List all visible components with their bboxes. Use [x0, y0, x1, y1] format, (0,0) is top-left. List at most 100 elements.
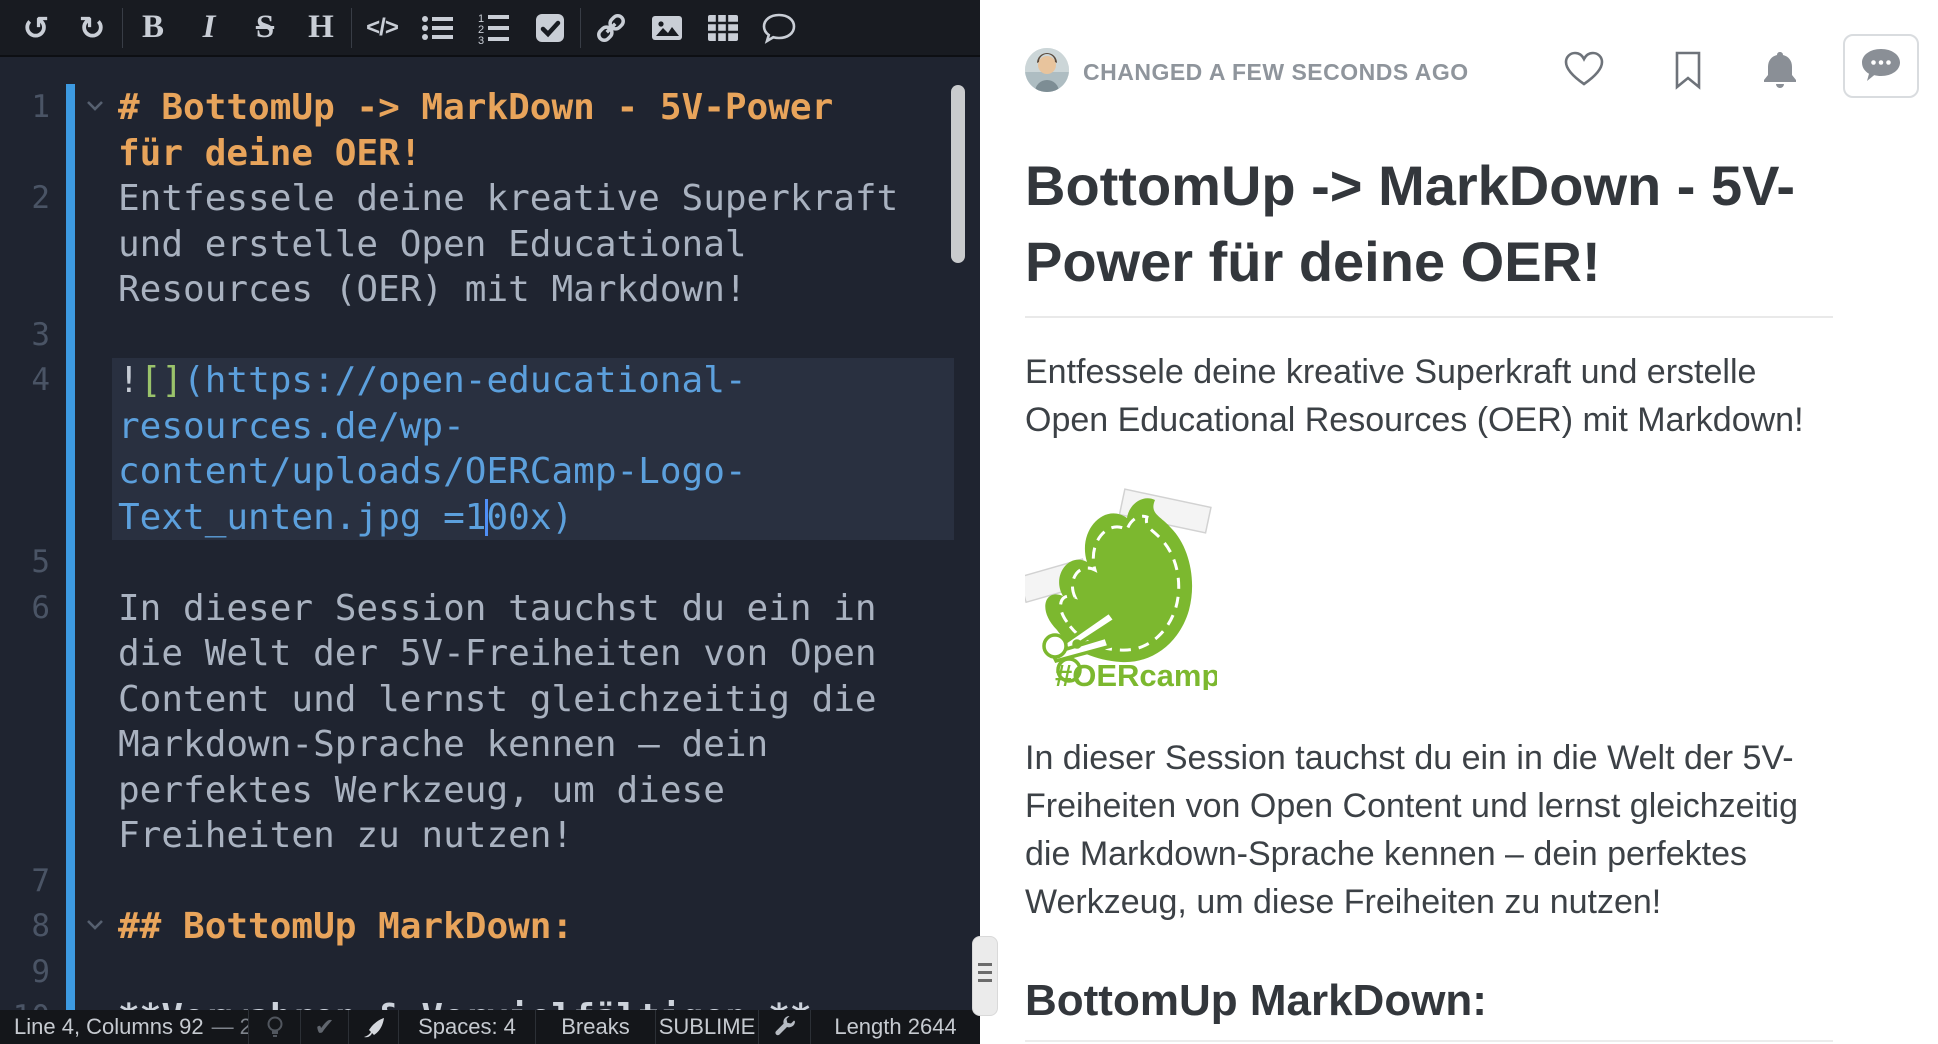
code-text: ## BottomUp MarkDown:	[118, 904, 573, 950]
breaks-setting[interactable]: Breaks	[536, 1010, 656, 1044]
line-number: 1	[0, 85, 50, 131]
editor-scrollbar[interactable]	[951, 85, 965, 263]
lightbulb-button[interactable]	[249, 1010, 301, 1044]
editor-line-row: 7	[0, 859, 980, 905]
editor-line-row: 10 **Verwahren & Vervielfältigen:**	[0, 995, 980, 1010]
preview-pane: CHANGED A FEW SECONDS AGO	[980, 0, 1938, 1044]
like-button[interactable]	[1563, 50, 1605, 88]
bookmark-icon	[1673, 50, 1703, 90]
editor-line-row: 4![](https://open-educational-	[0, 358, 980, 404]
code-button[interactable]: </>	[354, 5, 410, 51]
unordered-list-button[interactable]	[410, 5, 466, 51]
editor-pane: ↺ ↻ B I S H </> 1 2 3	[0, 0, 980, 1044]
wrench-icon	[773, 1015, 797, 1039]
lightbulb-icon	[264, 1015, 286, 1039]
rendered-markdown: BottomUp -> MarkDown - 5V-Power für dein…	[1025, 118, 1833, 1042]
bold-button[interactable]: B	[125, 5, 181, 51]
heart-icon	[1563, 50, 1605, 88]
pane-resize-grip[interactable]	[972, 936, 998, 1016]
author-avatar[interactable]	[1025, 48, 1069, 92]
editor-line-row: 8## BottomUp MarkDown:	[0, 904, 980, 950]
code-text: die Welt der 5V-Freiheiten von Open	[118, 631, 877, 677]
bookmark-button[interactable]	[1673, 50, 1703, 90]
avatar-photo	[1025, 48, 1069, 92]
code-text: Content und lernst gleichzeitig die	[118, 677, 877, 723]
code-text: perfektes Werkzeug, um diese	[118, 768, 725, 814]
line-number: 4	[0, 358, 50, 404]
code-editor[interactable]: 1# BottomUp -> MarkDown - 5V-Powerfür de…	[0, 59, 980, 1010]
strikethrough-button[interactable]: S	[237, 5, 293, 51]
table-icon	[706, 11, 740, 45]
spaces-setting[interactable]: Spaces: 4	[399, 1010, 536, 1044]
comment-button[interactable]	[751, 5, 807, 51]
comments-button[interactable]	[1843, 34, 1919, 98]
heading-button[interactable]: H	[293, 5, 349, 51]
editor-line-row: 9	[0, 950, 980, 996]
code-text: Resources (OER) mit Markdown!	[118, 267, 747, 313]
unordered-list-icon	[421, 11, 455, 45]
comment-icon	[761, 11, 797, 45]
code-text: Markdown-Sprache kennen – dein	[118, 722, 768, 768]
editor-line-row: Markdown-Sprache kennen – dein	[0, 722, 980, 768]
editor-line-row: perfektes Werkzeug, um diese	[0, 768, 980, 814]
toolbar-separator	[351, 8, 352, 48]
line-number: 10	[0, 995, 50, 1010]
italic-button[interactable]: I	[181, 5, 237, 51]
bell-icon	[1761, 50, 1799, 90]
oercamp-logo-image: #OERcamp	[1025, 484, 1217, 690]
notifications-button[interactable]	[1761, 50, 1799, 90]
fold-chevron-icon[interactable]	[86, 100, 104, 112]
divider	[1025, 316, 1833, 318]
editor-line-row: 6 In dieser Session tauchst du ein in	[0, 586, 980, 632]
editor-line-row: Content und lernst gleichzeitig die	[0, 677, 980, 723]
image-icon	[650, 11, 684, 45]
section-heading: BottomUp MarkDown:	[1025, 972, 1833, 1030]
toolbar-separator	[580, 8, 581, 48]
line-number: 2	[0, 176, 50, 222]
code-text: Freiheiten zu nutzen!	[118, 813, 573, 859]
link-button[interactable]	[583, 5, 639, 51]
ordered-list-button[interactable]: 1 2 3	[466, 5, 522, 51]
intro-paragraph: Entfessele deine kreative Superkraft und…	[1025, 348, 1833, 444]
code-text: **Verwahren & Vervielfältigen:**	[118, 995, 812, 1010]
editor-line-row: Freiheiten zu nutzen!	[0, 813, 980, 859]
image-button[interactable]	[639, 5, 695, 51]
editor-line-row: content/uploads/OERCamp-Logo-	[0, 449, 980, 495]
toolbar-separator	[122, 8, 123, 48]
line-number: 6	[0, 586, 50, 632]
editor-line-row: 1# BottomUp -> MarkDown - 5V-Power	[0, 85, 980, 131]
keymap-setting[interactable]: SUBLIME	[656, 1010, 759, 1044]
editor-toolbar: ↺ ↻ B I S H </> 1 2 3	[0, 0, 980, 57]
editor-line-row: und erstelle Open Educational	[0, 222, 980, 268]
session-paragraph: In dieser Session tauchst du ein in die …	[1025, 734, 1833, 926]
editor-line-row: Text_unten.jpg =100x)	[0, 495, 980, 541]
cursor-position: Line 4, Columns 92 — 21	[0, 1010, 249, 1044]
editor-line-row: 2 Entfessele deine kreative Superkraft	[0, 176, 980, 222]
code-text: In dieser Session tauchst du ein in	[118, 586, 877, 632]
link-icon	[594, 11, 628, 45]
check-list-icon	[533, 11, 567, 45]
svg-text:3: 3	[478, 35, 484, 45]
code-text: Entfessele deine kreative Superkraft	[118, 176, 898, 222]
editor-line-row: Resources (OER) mit Markdown!	[0, 267, 980, 313]
undo-button[interactable]: ↺	[8, 5, 64, 51]
spellcheck-button[interactable]: ✔	[301, 1010, 349, 1044]
line-number: 3	[0, 313, 50, 359]
editor-rows: 1# BottomUp -> MarkDown - 5V-Powerfür de…	[0, 85, 980, 1010]
check-list-button[interactable]	[522, 5, 578, 51]
code-text: Text_unten.jpg =100x)	[118, 495, 573, 541]
editor-line-row: 3	[0, 313, 980, 359]
status-bar: Line 4, Columns 92 — 21 ✔ Spaces: 4 Brea…	[0, 1010, 980, 1044]
editor-line-row: die Welt der 5V-Freiheiten von Open	[0, 631, 980, 677]
brush-icon	[362, 1015, 386, 1039]
code-text: content/uploads/OERCamp-Logo-	[118, 449, 747, 495]
theme-brush-button[interactable]	[349, 1010, 399, 1044]
code-text: resources.de/wp-	[118, 404, 465, 450]
preferences-wrench-button[interactable]	[759, 1010, 811, 1044]
table-button[interactable]	[695, 5, 751, 51]
fold-chevron-icon[interactable]	[86, 919, 104, 931]
line-number: 5	[0, 540, 50, 586]
editor-line-row: für deine OER!	[0, 131, 980, 177]
redo-button[interactable]: ↻	[64, 5, 120, 51]
divider	[1025, 1040, 1833, 1042]
